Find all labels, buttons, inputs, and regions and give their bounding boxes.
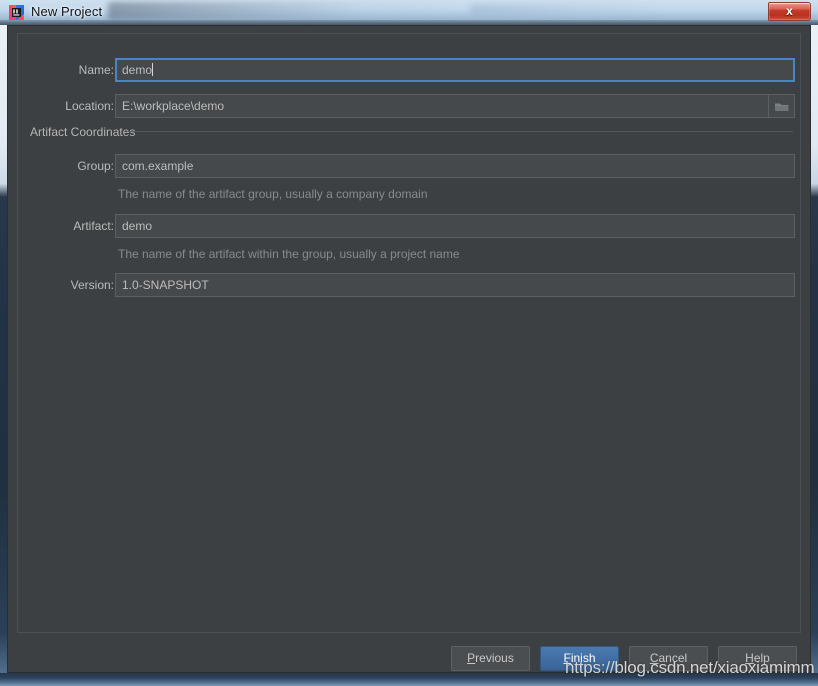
location-label: Location: [65, 99, 114, 113]
previous-button-label: revious [475, 651, 514, 665]
folder-icon [775, 103, 789, 111]
window-border-right [811, 25, 818, 686]
titlebar-blur-decoration-2 [470, 4, 660, 17]
artifact-coordinates-separator [128, 131, 793, 132]
dialog-content-pane: Name: demo Location: E:\workplace\demo A… [17, 33, 801, 633]
new-project-dialog-window: New Project x Name: demo Location: E:\wo… [0, 0, 818, 686]
name-label: Name: [78, 63, 114, 77]
group-label: Group: [77, 159, 114, 173]
previous-button[interactable]: Previous [451, 646, 530, 671]
artifact-label: Artifact: [73, 219, 114, 233]
intellij-idea-icon [9, 5, 24, 20]
location-input[interactable]: E:\workplace\demo [115, 94, 795, 118]
version-label: Version: [70, 278, 114, 292]
window-title: New Project [31, 4, 103, 19]
watermark-text: https://blog.csdn.net/xiaoxiamimm [565, 658, 815, 677]
group-input[interactable]: com.example [115, 154, 795, 178]
titlebar-blur-decoration [108, 2, 468, 20]
text-caret [152, 63, 154, 76]
artifact-input[interactable]: demo [115, 214, 795, 238]
group-hint: The name of the artifact group, usually … [118, 187, 428, 201]
location-browse-button[interactable] [768, 94, 795, 118]
name-input[interactable]: demo [115, 58, 795, 82]
artifact-hint: The name of the artifact within the grou… [118, 247, 460, 261]
artifact-coordinates-section-title: Artifact Coordinates [30, 125, 136, 139]
window-border-left [0, 25, 7, 686]
name-input-value: demo [122, 63, 153, 77]
title-bar [0, 0, 818, 25]
version-input[interactable]: 1.0-SNAPSHOT [115, 273, 795, 297]
previous-button-mnemonic: P [467, 651, 476, 665]
dialog-body: Name: demo Location: E:\workplace\demo A… [7, 25, 811, 673]
close-button[interactable]: x [768, 2, 811, 21]
